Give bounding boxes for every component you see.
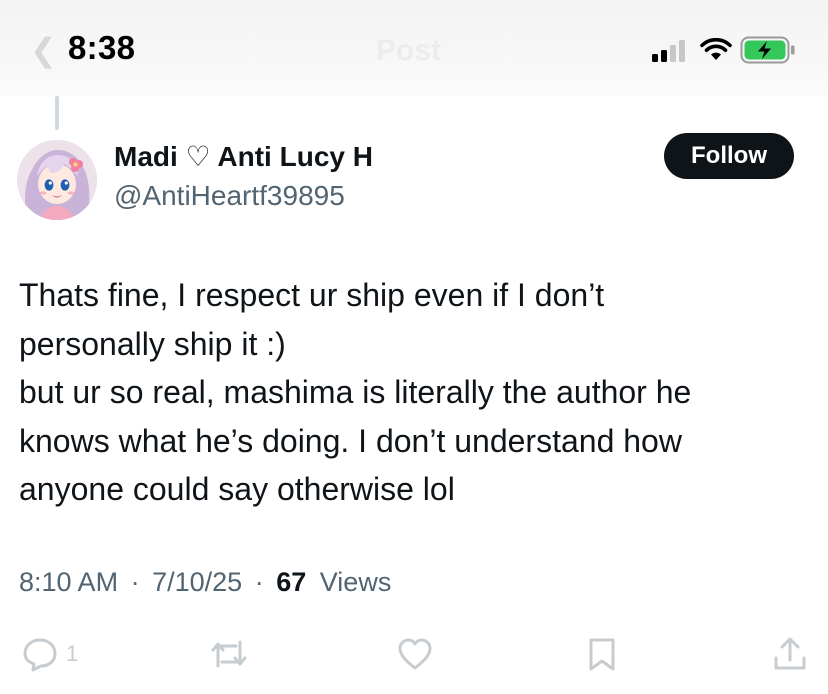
avatar-image [17, 140, 97, 220]
bookmark-button[interactable] [586, 636, 618, 672]
cellular-signal-icon [652, 40, 685, 62]
battery-charging-icon [740, 36, 795, 64]
status-time: 8:38 [68, 29, 136, 66]
author-display-name[interactable]: Madi ♡ Anti Lucy H [114, 141, 373, 173]
bookmark-icon [589, 638, 615, 671]
like-button[interactable] [396, 636, 434, 672]
repost-button[interactable] [210, 636, 248, 672]
post-detail-screen: ❮ Post 8:38 Madi ♡ Anti Lucy H @AntiHear… [0, 0, 828, 694]
reply-count: 1 [66, 641, 79, 666]
reply-icon [23, 638, 57, 672]
repost-icon [211, 640, 247, 668]
action-bar: 1 [0, 630, 828, 694]
avatar[interactable] [17, 140, 97, 220]
post-date: 7/10/25 [152, 567, 243, 597]
post-meta: 8:10 AM · 7/10/25 · 67 Views [19, 565, 391, 599]
views-label[interactable]: Views [320, 567, 392, 597]
meta-separator: · [130, 567, 140, 597]
post-text-line: knows what he’s doing. I don’t understan… [19, 422, 682, 459]
post-text-line: anyone could say otherwise lol [19, 471, 455, 507]
post-text-line: personally ship it :) [19, 325, 286, 362]
heart-icon [398, 638, 432, 670]
views-count[interactable]: 67 [276, 567, 306, 597]
back-arrow-icon[interactable]: ❮ [30, 34, 57, 66]
author-handle[interactable]: @AntiHeartf39895 [114, 180, 345, 212]
reply-button[interactable]: 1 [22, 636, 78, 672]
share-icon [774, 637, 806, 670]
post-time: 8:10 AM [19, 567, 119, 597]
status-bar: ❮ Post 8:38 [0, 0, 828, 96]
thread-connector-line [55, 96, 59, 130]
header-title: Post [376, 34, 442, 67]
meta-separator: · [254, 567, 264, 597]
post-text-line: Thats fine, I respect ur ship even if I … [19, 277, 605, 313]
follow-button[interactable]: Follow [664, 133, 794, 179]
wifi-icon [700, 38, 732, 60]
share-button[interactable] [772, 636, 808, 672]
post-text-line: but ur so real, mashima is literally the… [19, 374, 692, 410]
post-text: Thats fine, I respect ur ship even if I … [19, 271, 809, 514]
